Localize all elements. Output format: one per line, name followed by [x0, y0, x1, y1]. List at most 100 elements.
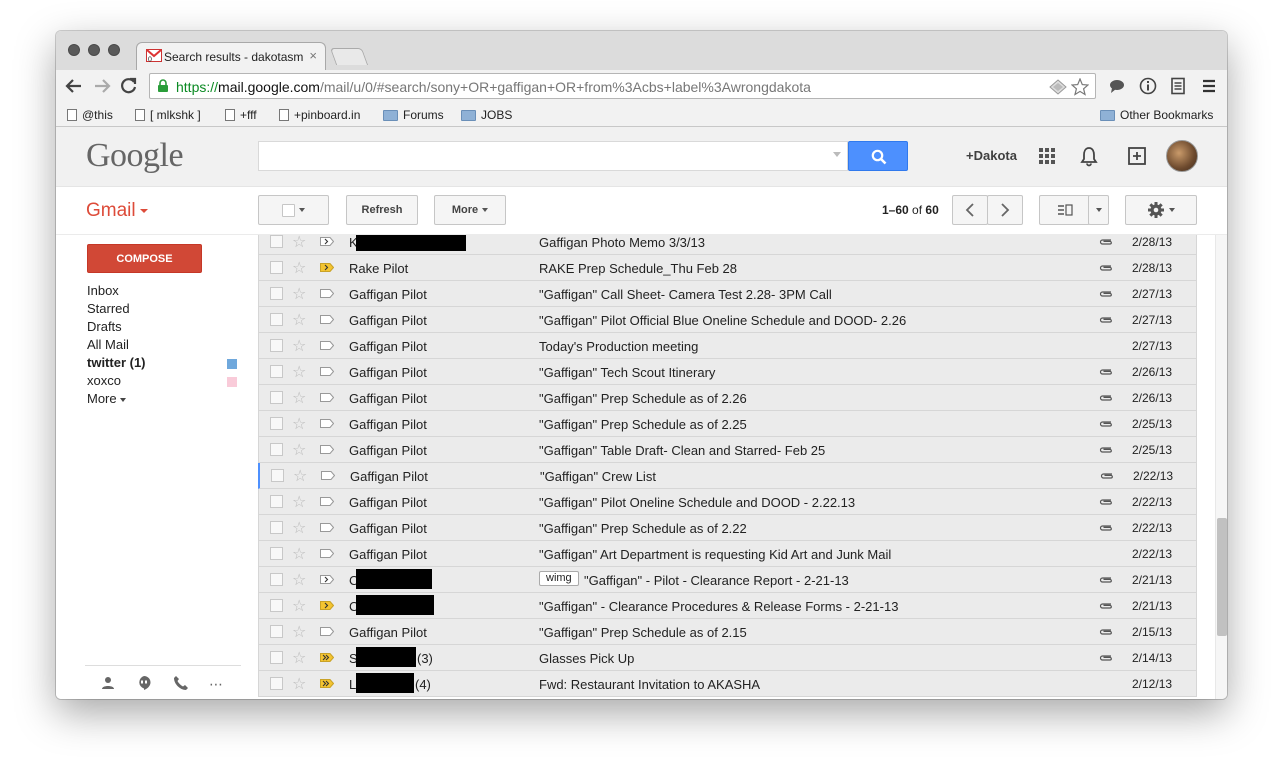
- forward-arrow-icon[interactable]: [93, 78, 111, 94]
- star-icon[interactable]: ☆: [292, 622, 306, 642]
- google-logo[interactable]: Google: [86, 137, 184, 175]
- minimize-window-button[interactable]: [88, 44, 100, 56]
- importance-marker-icon[interactable]: [320, 601, 334, 610]
- star-icon[interactable]: ☆: [292, 570, 306, 590]
- bookmark-mlkshk[interactable]: [ mlkshk ]: [135, 108, 201, 122]
- extension-diamond-icon[interactable]: [1049, 79, 1067, 95]
- sidebar-item-starred[interactable]: Starred: [87, 301, 242, 319]
- star-icon[interactable]: ☆: [292, 310, 306, 330]
- settings-button[interactable]: [1125, 195, 1197, 225]
- row-checkbox[interactable]: [270, 313, 283, 326]
- message-row[interactable]: ☆ Gaffigan Pilot "Gaffigan" Prep Schedule …: [258, 411, 1197, 437]
- list-scrollbar[interactable]: [1215, 235, 1227, 699]
- star-icon[interactable]: ☆: [292, 674, 306, 694]
- chat-bubble-icon[interactable]: [1108, 77, 1126, 95]
- info-icon[interactable]: [1139, 77, 1157, 95]
- importance-marker-icon[interactable]: [320, 419, 334, 428]
- message-row[interactable]: ☆ S (3) Glasses Pick Up 2/14/13: [258, 645, 1197, 671]
- row-checkbox[interactable]: [270, 677, 283, 690]
- message-row[interactable]: ☆ Cwimg "Gaffigan" - Pilot - Clearance Rep…: [258, 567, 1197, 593]
- zoom-window-button[interactable]: [108, 44, 120, 56]
- message-row[interactable]: ☆ Gaffigan Pilot "Gaffigan" Art Department…: [258, 541, 1197, 567]
- new-tab-button[interactable]: [329, 48, 369, 65]
- sidebar-more[interactable]: More: [87, 391, 242, 409]
- browser-tab[interactable]: 0 Search results - dakotasmi ×: [136, 42, 326, 70]
- importance-marker-icon[interactable]: [320, 263, 334, 272]
- hangouts-quote-icon[interactable]: [136, 675, 152, 691]
- star-icon[interactable]: ☆: [292, 336, 306, 356]
- sidebar-item-inbox[interactable]: Inbox: [87, 283, 242, 301]
- message-row[interactable]: ☆ Gaffigan Pilot "Gaffigan" Pilot Oneline …: [258, 489, 1197, 515]
- row-checkbox[interactable]: [270, 495, 283, 508]
- importance-marker-icon[interactable]: [320, 523, 334, 532]
- sidebar-item-all-mail[interactable]: All Mail: [87, 337, 242, 355]
- importance-marker-icon[interactable]: [320, 315, 334, 324]
- star-icon[interactable]: ☆: [292, 388, 306, 408]
- star-icon[interactable]: ☆: [292, 440, 306, 460]
- importance-marker-icon[interactable]: [320, 653, 334, 662]
- importance-marker-icon[interactable]: [320, 627, 334, 636]
- newer-page-button[interactable]: [952, 195, 988, 225]
- message-row[interactable]: ☆ Gaffigan Pilot "Gaffigan" Call Sheet- Ca…: [258, 281, 1197, 307]
- importance-marker-icon[interactable]: [320, 549, 334, 558]
- search-options-caret-icon[interactable]: [833, 152, 841, 157]
- menu-hamburger-icon[interactable]: [1200, 77, 1218, 95]
- gmail-menu[interactable]: Gmail: [86, 200, 148, 222]
- scrollbar-thumb[interactable]: [1217, 518, 1227, 636]
- bookmark-fff[interactable]: +fff: [225, 108, 257, 122]
- message-row[interactable]: ☆ Rake Pilot RAKE Prep Schedule_Thu Feb 28…: [258, 255, 1197, 281]
- row-checkbox[interactable]: [270, 573, 283, 586]
- message-row[interactable]: ☆ K Gaffigan Photo Memo 3/3/13 2/28/13: [258, 235, 1197, 255]
- row-checkbox[interactable]: [270, 651, 283, 664]
- row-checkbox[interactable]: [270, 417, 283, 430]
- star-icon[interactable]: ☆: [292, 492, 306, 512]
- importance-marker-icon[interactable]: [321, 471, 335, 480]
- row-checkbox[interactable]: [270, 391, 283, 404]
- select-all-button[interactable]: [258, 195, 329, 225]
- back-arrow-icon[interactable]: [65, 78, 83, 94]
- share-plus-icon[interactable]: [1126, 145, 1148, 167]
- row-checkbox[interactable]: [270, 521, 283, 534]
- star-icon[interactable]: ☆: [293, 466, 307, 486]
- star-icon[interactable]: ☆: [292, 414, 306, 434]
- star-icon[interactable]: ☆: [292, 596, 306, 616]
- importance-marker-icon[interactable]: [320, 679, 334, 688]
- importance-marker-icon[interactable]: [320, 575, 334, 584]
- importance-marker-icon[interactable]: [320, 367, 334, 376]
- close-window-button[interactable]: [68, 44, 80, 56]
- message-row[interactable]: ☆ Gaffigan Pilot "Gaffigan" Table Draft- C…: [258, 437, 1197, 463]
- message-row[interactable]: ☆ Gaffigan Pilot "Gaffigan" Pilot Official…: [258, 307, 1197, 333]
- more-options-icon[interactable]: ⋯: [209, 676, 223, 693]
- sidebar-item-xoxco[interactable]: xoxco: [87, 373, 242, 391]
- message-row[interactable]: ☆ L (4) Fwd: Restaurant Invitation to AKASH…: [258, 671, 1197, 697]
- sidebar-item-drafts[interactable]: Drafts: [87, 319, 242, 337]
- google-plus-user-link[interactable]: +Dakota: [966, 148, 1017, 163]
- split-pane-dropdown[interactable]: [1088, 195, 1109, 225]
- more-actions-button[interactable]: More: [434, 195, 506, 225]
- reader-page-icon[interactable]: [1169, 77, 1187, 95]
- row-checkbox[interactable]: [270, 443, 283, 456]
- reload-icon[interactable]: [120, 77, 138, 95]
- label-chip[interactable]: wimg: [539, 571, 579, 586]
- mail-search-input[interactable]: [263, 143, 823, 169]
- refresh-button[interactable]: Refresh: [346, 195, 418, 225]
- notifications-bell-icon[interactable]: [1078, 145, 1100, 167]
- row-checkbox[interactable]: [270, 287, 283, 300]
- importance-marker-icon[interactable]: [320, 237, 334, 246]
- importance-marker-icon[interactable]: [320, 341, 334, 350]
- importance-marker-icon[interactable]: [320, 289, 334, 298]
- apps-grid-icon[interactable]: [1036, 145, 1058, 167]
- star-icon[interactable]: ☆: [292, 648, 306, 668]
- star-icon[interactable]: ☆: [292, 284, 306, 304]
- star-icon[interactable]: ☆: [292, 544, 306, 564]
- message-row[interactable]: ☆ Gaffigan Pilot "Gaffigan" Crew List 2/22/…: [258, 463, 1197, 489]
- bookmark-this[interactable]: @this: [67, 108, 113, 122]
- importance-marker-icon[interactable]: [320, 497, 334, 506]
- importance-marker-icon[interactable]: [320, 393, 334, 402]
- message-row[interactable]: ☆ Gaffigan Pilot Today's Production meetin…: [258, 333, 1197, 359]
- label-color-swatch[interactable]: [227, 359, 237, 369]
- star-icon[interactable]: ☆: [292, 258, 306, 278]
- message-row[interactable]: ☆ Gaffigan Pilot "Gaffigan" Prep Schedule …: [258, 515, 1197, 541]
- row-checkbox[interactable]: [271, 469, 284, 482]
- older-page-button[interactable]: [987, 195, 1023, 225]
